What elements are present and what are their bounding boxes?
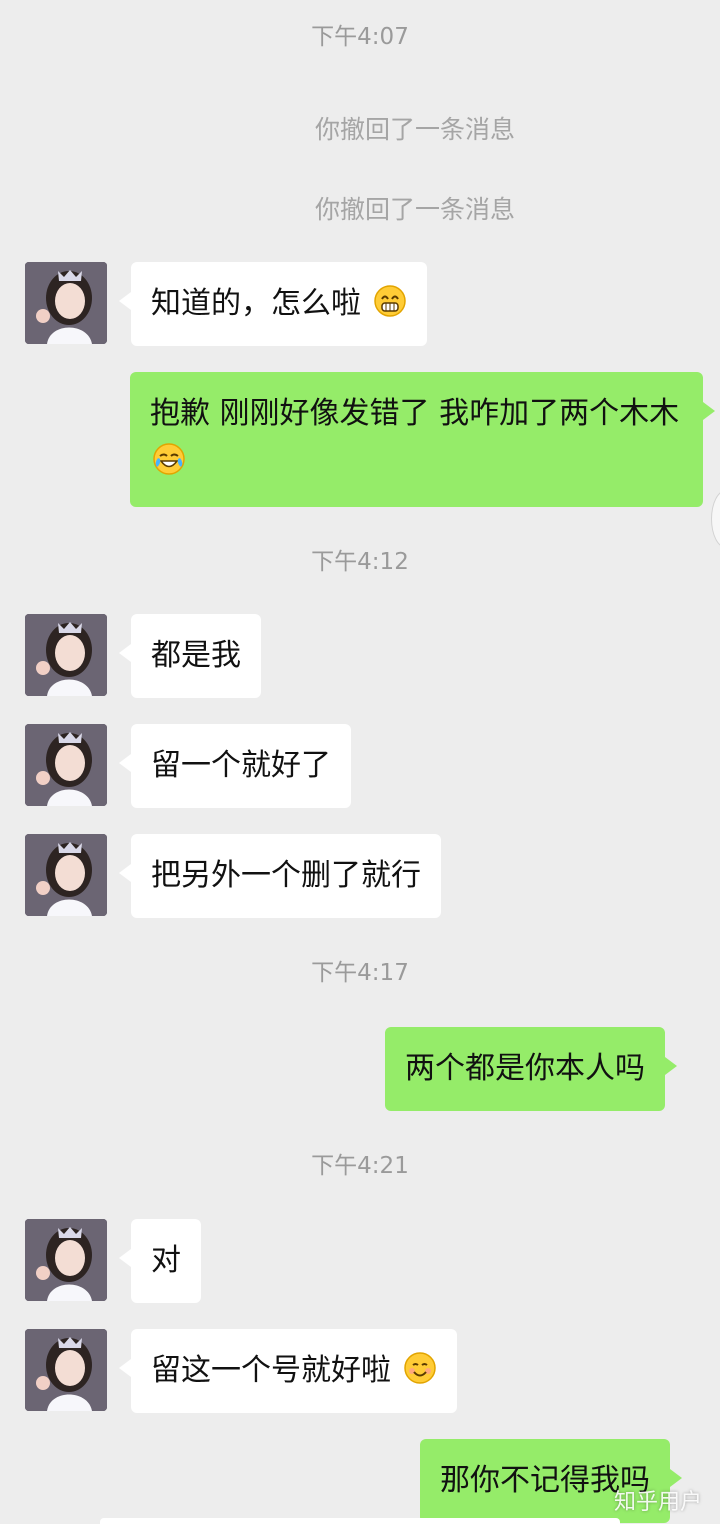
timestamp: 下午4:12: [311, 549, 409, 575]
message-bubble-outgoing[interactable]: 两个都是你本人吗: [385, 1027, 677, 1111]
message-bubble-incoming[interactable]: 把另外一个删了就行: [119, 834, 441, 918]
message-bubble-incoming[interactable]: 都是我: [119, 614, 261, 698]
portrait-avatar-icon: [25, 724, 107, 806]
portrait-avatar-icon: [25, 1329, 107, 1411]
message-bubble-incoming[interactable]: 知道的，怎么啦: [119, 262, 427, 346]
contact-avatar[interactable]: [25, 834, 107, 916]
message-bubble-outgoing[interactable]: 抱歉 刚刚好像发错了 我咋加了两个木木: [130, 372, 715, 507]
message-input-strip[interactable]: [100, 1518, 620, 1524]
chat-history: 下午4:07 你撤回了一条消息 你撤回了一条消息 知道的，怎么啦 抱歉 刚刚好像…: [0, 0, 720, 1524]
timestamp: 下午4:07: [311, 24, 409, 50]
contact-avatar[interactable]: [25, 614, 107, 696]
portrait-avatar-icon: [25, 1219, 107, 1301]
contact-avatar[interactable]: [25, 1329, 107, 1411]
portrait-avatar-icon: [25, 614, 107, 696]
timestamp: 下午4:21: [311, 1153, 409, 1179]
message-bubble-incoming[interactable]: 留这一个号就好啦: [119, 1329, 457, 1413]
message-text: 抱歉 刚刚好像发错了 我咋加了两个木木: [150, 396, 680, 431]
timestamp: 下午4:17: [311, 960, 409, 986]
message-bubble-incoming[interactable]: 留一个就好了: [119, 724, 351, 808]
portrait-avatar-icon: [25, 262, 107, 344]
message-text: 把另外一个删了就行: [151, 858, 421, 893]
scroll-indicator[interactable]: [711, 490, 720, 548]
message-text: 知道的，怎么啦: [151, 286, 361, 321]
contact-avatar[interactable]: [25, 1219, 107, 1301]
message-text: 对: [151, 1243, 181, 1278]
contact-avatar[interactable]: [25, 724, 107, 806]
message-text: 留这一个号就好啦: [151, 1353, 391, 1388]
tears-of-joy-emoji-icon: [153, 443, 185, 475]
message-text: 留一个就好了: [151, 748, 331, 783]
watermark: 知乎用户: [613, 1490, 702, 1515]
recall-notice: 你撤回了一条消息: [314, 195, 515, 224]
message-bubble-incoming[interactable]: 对: [119, 1219, 201, 1303]
message-text: 两个都是你本人吗: [405, 1051, 645, 1086]
smile-emoji-icon: [403, 1352, 436, 1384]
contact-avatar[interactable]: [25, 262, 107, 344]
recall-notice: 你撤回了一条消息: [314, 115, 515, 144]
message-text: 都是我: [151, 638, 241, 673]
portrait-avatar-icon: [25, 834, 107, 916]
grin-emoji-icon: [373, 285, 406, 317]
